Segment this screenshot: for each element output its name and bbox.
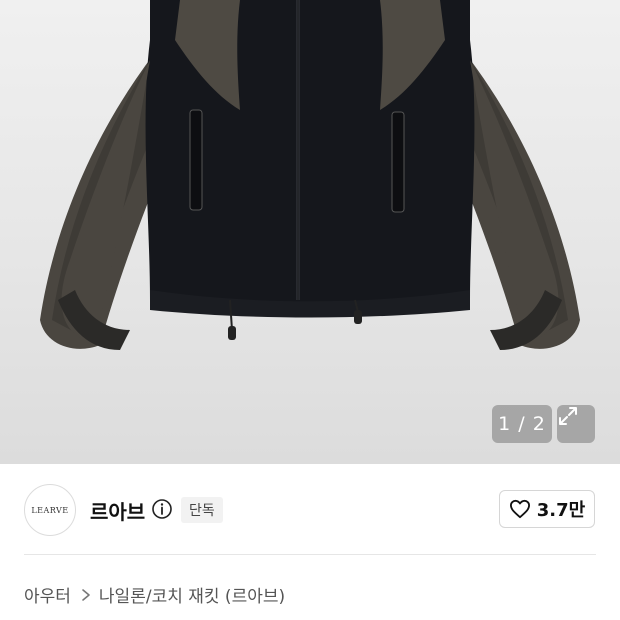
product-page: 1 / 2 LEARVE 르아브 단독 3.7만 아우터 나일론/코치 재킷 (…: [0, 0, 620, 620]
chevron-right-icon: [81, 588, 91, 602]
breadcrumb-subcategory[interactable]: 나일론/코치 재킷 (르아브): [99, 582, 285, 607]
heart-outline-icon: [509, 499, 530, 519]
expand-arrows-icon: [559, 407, 577, 425]
brand-name[interactable]: 르아브: [90, 496, 145, 525]
exclusive-badge: 단독: [181, 497, 223, 523]
jacket-image: [40, 0, 580, 350]
brand-row: LEARVE 르아브 단독 3.7만: [0, 464, 620, 554]
brand-logo-text: LEARVE: [31, 505, 69, 515]
breadcrumb-category[interactable]: 아우터: [24, 582, 71, 607]
expand-image-button[interactable]: [557, 405, 595, 443]
info-icon[interactable]: [151, 498, 173, 520]
like-button[interactable]: 3.7만: [499, 490, 595, 528]
breadcrumb: 아우터 나일론/코치 재킷 (르아브): [24, 582, 285, 607]
image-counter: 1 / 2: [492, 405, 552, 443]
like-count: 3.7만: [536, 500, 586, 521]
product-image-gallery[interactable]: 1 / 2: [0, 0, 620, 464]
divider: [24, 554, 596, 555]
brand-logo[interactable]: LEARVE: [24, 484, 76, 536]
